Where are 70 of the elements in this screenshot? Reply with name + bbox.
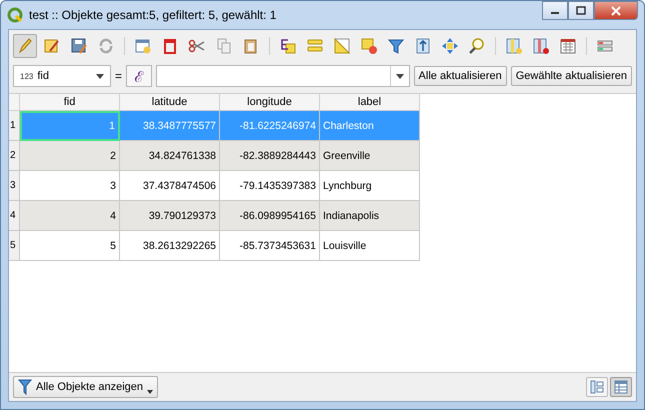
column-header[interactable]: longitude — [220, 94, 320, 111]
table-cell: Charleston — [320, 111, 420, 141]
window-title: test :: Objekte gesamt:5, gefiltert: 5, gewählt: 1 — [29, 8, 278, 22]
table-cell: 5 — [20, 231, 120, 261]
table-cell: -86.0989954165 — [220, 201, 320, 231]
column-header[interactable]: fid — [20, 94, 120, 111]
table-cell: 38.3487775577 — [120, 111, 220, 141]
table-cell: 4 — [20, 201, 120, 231]
table-cell: -85.7373453631 — [220, 231, 320, 261]
row-number[interactable]: 5 — [9, 231, 20, 261]
expression-button[interactable]: ℰ — [126, 65, 152, 87]
update-selected-button[interactable]: Gewählte aktualisieren — [510, 66, 632, 86]
table-cell: 39.790129373 — [120, 201, 220, 231]
table-cell: Indianapolis — [320, 201, 420, 231]
table-cell: 34.824761338 — [120, 141, 220, 171]
form-view-button[interactable] — [586, 377, 608, 397]
row-number[interactable]: 1 — [9, 111, 20, 141]
table-cell: 2 — [20, 141, 120, 171]
table-cell: 1 — [20, 111, 120, 141]
table-view-button[interactable] — [610, 377, 632, 397]
field-dropdown[interactable]: 123 fid — [13, 65, 111, 87]
form-view-icon — [590, 380, 604, 394]
expression-field[interactable] — [156, 65, 410, 87]
deselect-icon — [360, 37, 378, 55]
filter-dropdown-button[interactable]: Alle Objekte anzeigen — [13, 376, 158, 398]
filter-icon — [387, 37, 405, 55]
row-number[interactable]: 4 — [9, 201, 20, 231]
minimize-button[interactable] — [542, 1, 568, 20]
scissors-icon — [188, 37, 206, 55]
multi-edit-icon — [43, 37, 61, 55]
close-icon — [611, 6, 621, 16]
table-cell: 3 — [20, 171, 120, 201]
caret-icon — [396, 74, 404, 78]
table-cell: 37.4378474506 — [120, 171, 220, 201]
field-calculator-icon — [559, 37, 577, 55]
refresh-icon — [97, 37, 115, 55]
table-cell: -82.3889284443 — [220, 141, 320, 171]
new-field-icon — [505, 37, 523, 55]
caret-icon — [96, 74, 104, 78]
invert-selection-icon — [333, 37, 351, 55]
filter-icon — [18, 379, 32, 395]
row-number[interactable]: 3 — [9, 171, 20, 201]
copy-icon — [215, 37, 233, 55]
add-feature-icon — [134, 37, 152, 55]
table-cell: -79.1435397383 — [220, 171, 320, 201]
close-button[interactable] — [594, 1, 638, 20]
table-cell: Greenville — [320, 141, 420, 171]
table-cell: Lynchburg — [320, 171, 420, 201]
table-view-icon — [614, 380, 628, 394]
save-icon — [70, 37, 88, 55]
maximize-icon — [576, 6, 586, 15]
pencil-icon — [16, 37, 34, 55]
zoom-icon — [468, 37, 486, 55]
equals-label: = — [115, 69, 122, 83]
maximize-button[interactable] — [568, 1, 594, 20]
row-number[interactable]: 2 — [9, 141, 20, 171]
table-cell: Louisville — [320, 231, 420, 261]
edit-toggle-button[interactable] — [13, 34, 37, 58]
column-header[interactable]: label — [320, 94, 420, 111]
table-cell: 38.2613292265 — [120, 231, 220, 261]
table-cell: -81.6225246974 — [220, 111, 320, 141]
delete-icon — [161, 37, 179, 55]
caret-icon — [147, 390, 154, 394]
pan-icon — [441, 37, 459, 55]
delete-field-icon — [532, 37, 550, 55]
expression-select-icon — [279, 37, 297, 55]
update-all-button[interactable]: Alle aktualisieren — [414, 66, 507, 86]
move-to-top-icon — [414, 37, 432, 55]
app-logo-icon — [7, 7, 23, 23]
column-header[interactable]: latitude — [120, 94, 220, 111]
